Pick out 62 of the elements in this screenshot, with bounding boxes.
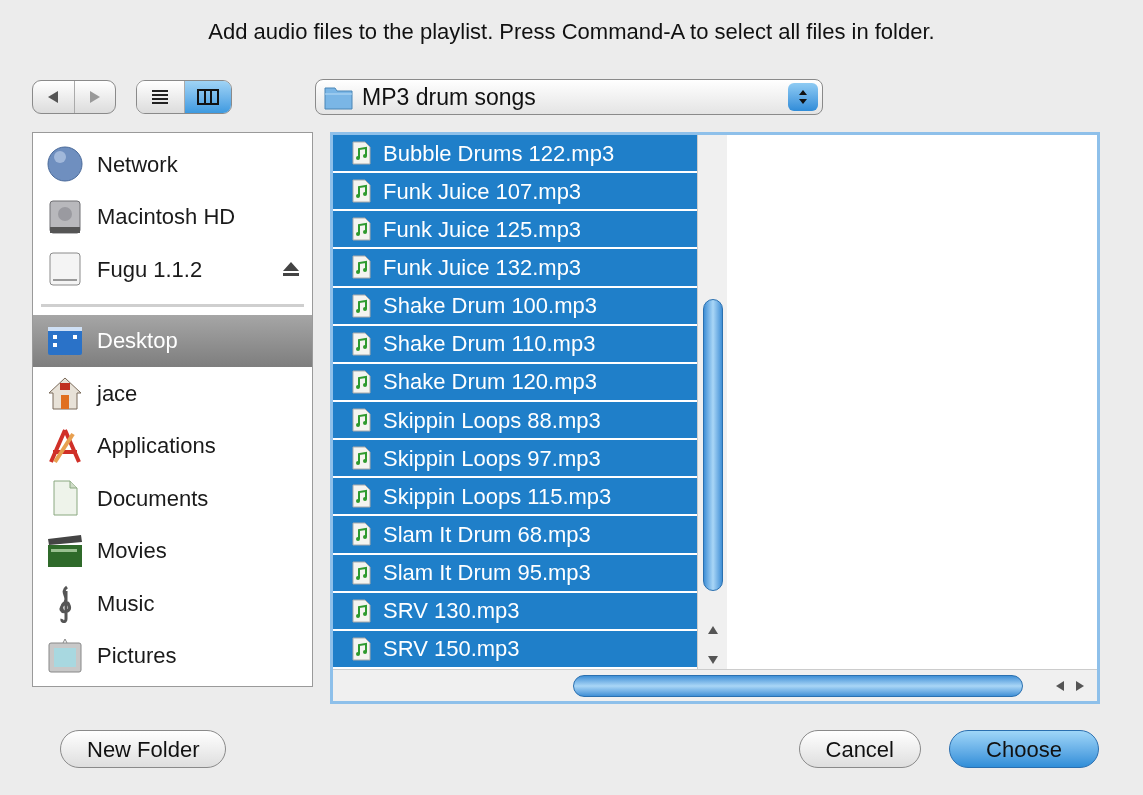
- scroll-down-arrow-icon[interactable]: [706, 655, 719, 665]
- file-row[interactable]: Funk Juice 125.mp3: [333, 211, 697, 250]
- file-row[interactable]: Funk Juice 107.mp3: [333, 173, 697, 212]
- audio-file-icon: [351, 217, 371, 242]
- sidebar-item[interactable]: Movies: [33, 524, 312, 577]
- folder-icon: [324, 84, 354, 110]
- sidebar-item[interactable]: Fugu 1.1.2: [33, 243, 312, 296]
- globe-icon: [45, 144, 85, 185]
- audio-file-icon: [351, 598, 371, 623]
- file-row[interactable]: Slam It Drum 95.mp3: [333, 554, 697, 593]
- audio-file-icon: [351, 446, 371, 471]
- audio-file-icon: [351, 141, 371, 166]
- vertical-scrollbar[interactable]: [697, 135, 727, 669]
- sidebar-item[interactable]: Applications: [33, 419, 312, 472]
- sidebar-item[interactable]: Music: [33, 577, 312, 630]
- location-popup[interactable]: MP3 drum songs: [315, 79, 823, 115]
- default-button[interactable]: Choose: [949, 730, 1099, 768]
- sidebar-item[interactable]: Macintosh HD: [33, 190, 312, 243]
- audio-file-icon: [351, 408, 371, 433]
- scroll-thumb[interactable]: [702, 299, 723, 591]
- column-view-icon: [196, 89, 219, 105]
- audio-file-icon: [351, 484, 371, 509]
- audio-file-icon: [351, 522, 371, 547]
- file-row[interactable]: Shake Drum 120.mp3: [333, 363, 697, 402]
- list-view-icon: [150, 89, 171, 105]
- audio-file-icon: [351, 560, 371, 585]
- dialog-button[interactable]: Cancel: [798, 730, 921, 768]
- column-view-button[interactable]: [184, 81, 231, 113]
- sidebar-item[interactable]: Network: [33, 138, 312, 191]
- file-row[interactable]: Bubble Drums 122.mp3: [333, 135, 697, 174]
- file-row[interactable]: Shake Drum 100.mp3: [333, 287, 697, 326]
- dialog-message: Add audio files to the playlist. Press Command-A to select all files in folder.: [208, 17, 935, 46]
- audio-file-icon: [351, 179, 371, 204]
- sidebar-item[interactable]: Documents: [33, 472, 312, 525]
- file-row[interactable]: Skippin Loops 88.mp3: [333, 402, 697, 441]
- file-row[interactable]: SRV 150.mp3: [333, 630, 697, 669]
- file-row[interactable]: Skippin Loops 115.mp3: [333, 478, 697, 517]
- file-row[interactable]: Skippin Loops 97.mp3: [333, 440, 697, 479]
- horizontal-scrollbar[interactable]: [333, 669, 1097, 701]
- scroll-up-arrow-icon[interactable]: [706, 625, 719, 635]
- audio-file-icon: [351, 293, 371, 318]
- sidebar-item[interactable]: jace: [33, 367, 312, 420]
- scroll-left-arrow-icon[interactable]: [1055, 679, 1065, 692]
- eject-icon[interactable]: [282, 261, 300, 278]
- scroll-right-arrow-icon[interactable]: [1075, 679, 1085, 692]
- back-forward-control[interactable]: [32, 80, 116, 114]
- list-view-button[interactable]: [137, 81, 185, 113]
- scroll-thumb[interactable]: [573, 674, 1023, 697]
- file-row[interactable]: Funk Juice 132.mp3: [333, 249, 697, 288]
- audio-file-icon: [351, 636, 371, 661]
- file-row[interactable]: Slam It Drum 68.mp3: [333, 516, 697, 555]
- forward-arrow-icon[interactable]: [87, 90, 102, 104]
- back-arrow-icon[interactable]: [46, 90, 61, 104]
- audio-file-icon: [351, 369, 371, 394]
- audio-file-icon: [351, 331, 371, 356]
- popup-stepper-icon[interactable]: [788, 83, 818, 111]
- file-row[interactable]: Shake Drum 110.mp3: [333, 325, 697, 364]
- audio-file-icon: [351, 255, 371, 280]
- sidebar-item[interactable]: Desktop: [33, 314, 312, 367]
- sidebar-item[interactable]: Pictures: [33, 629, 312, 682]
- file-row[interactable]: SRV 130.mp3: [333, 592, 697, 631]
- dialog-button[interactable]: New Folder: [60, 730, 227, 768]
